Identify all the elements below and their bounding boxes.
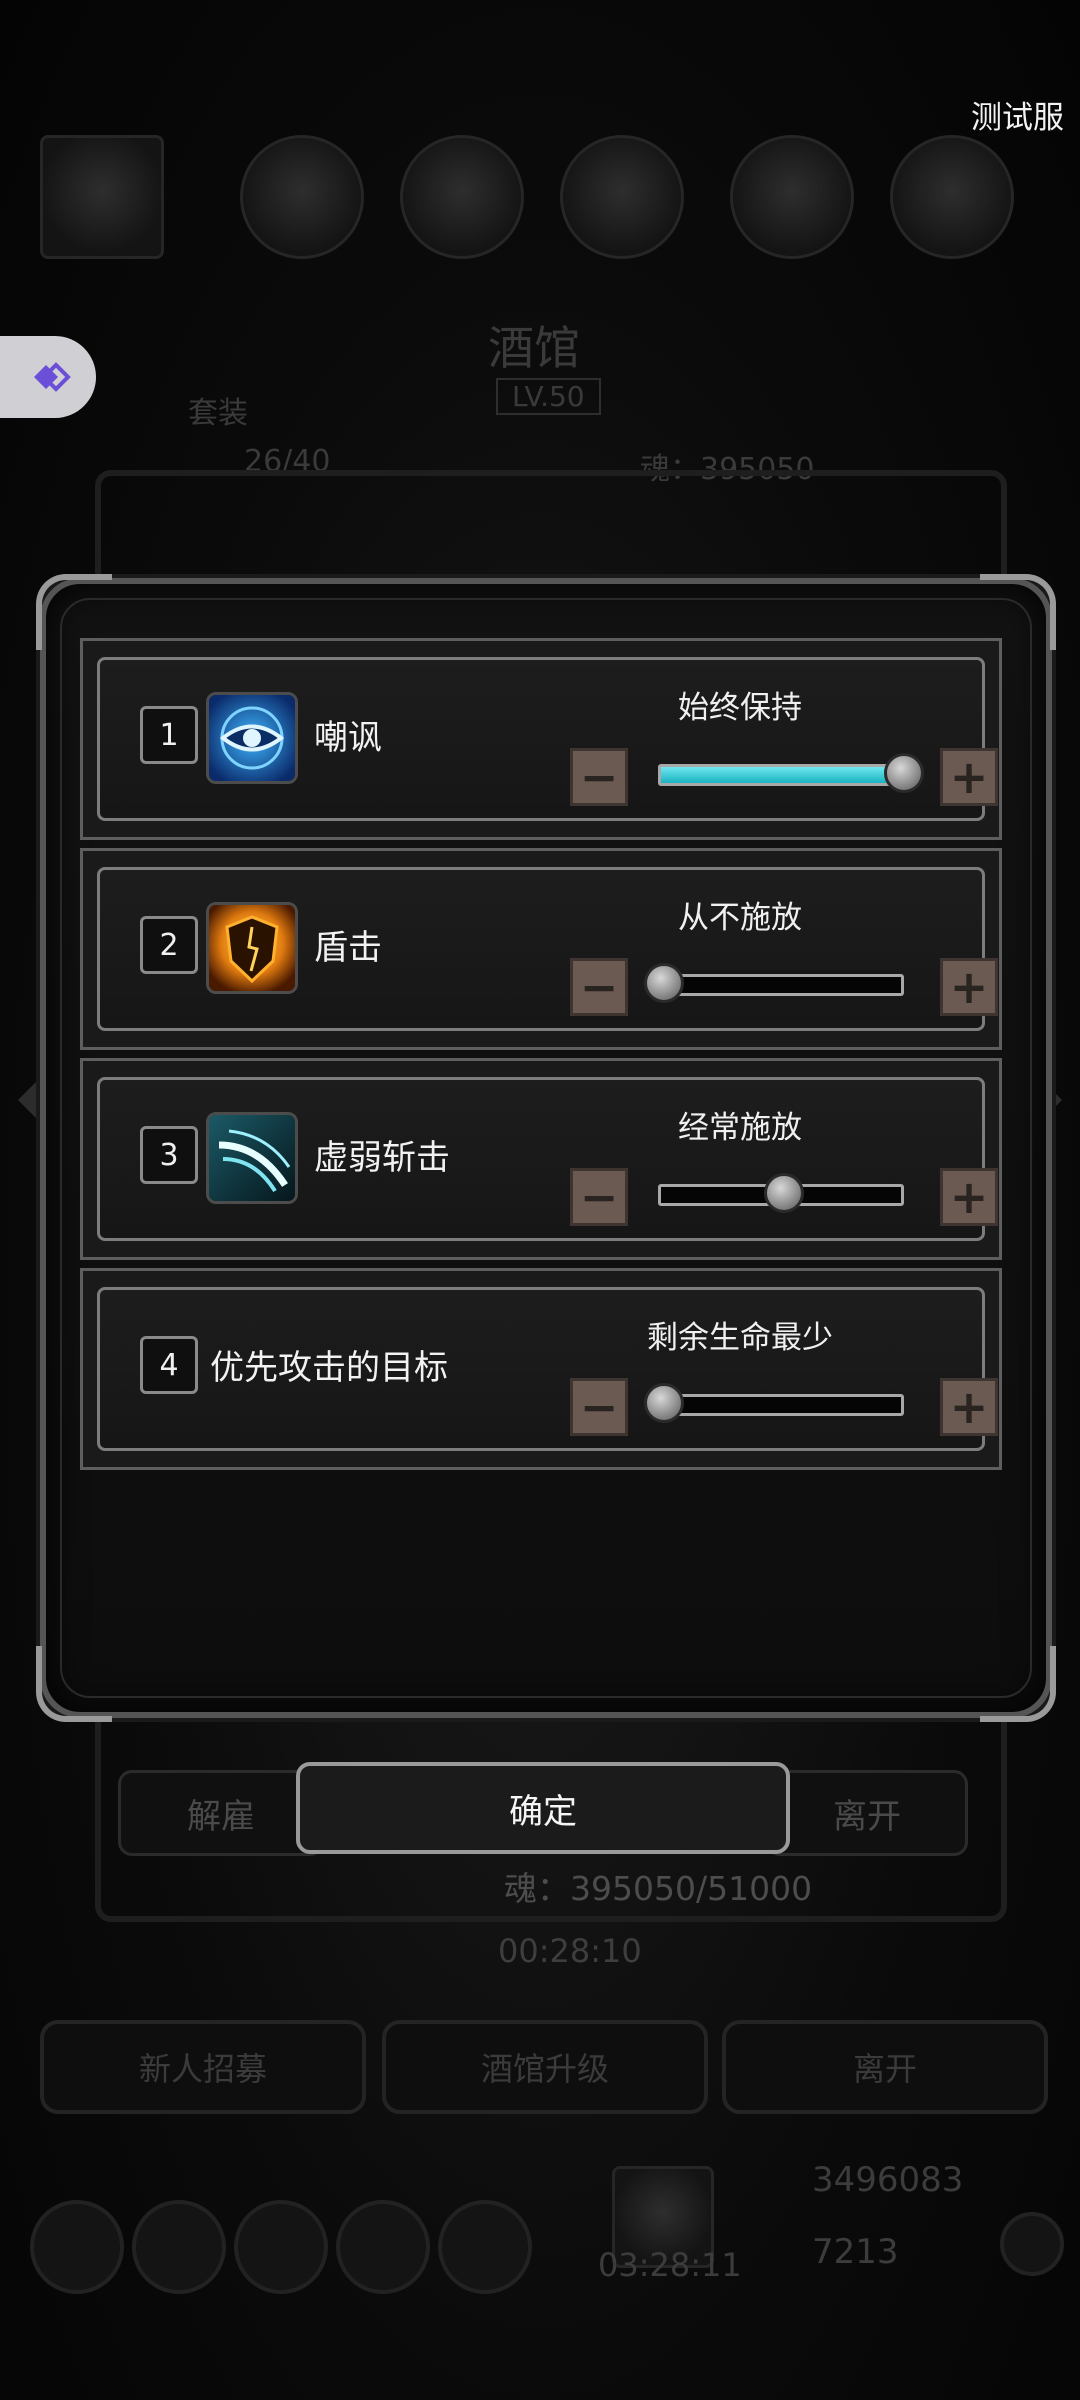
slider-knob[interactable] (764, 1173, 804, 1213)
frame-corner (980, 1646, 1056, 1722)
background-equipment-tab: 套装 (188, 396, 248, 431)
background-upgrade-button: 酒馆升级 (382, 2020, 708, 2114)
skill-row: 1 嘲讽 始终保持 − + (80, 638, 1002, 840)
skill-row-panel: 1 嘲讽 始终保持 − + (97, 657, 998, 821)
soul-cost: 魂：395050/51000 (504, 1869, 813, 1908)
slash-icon (206, 1112, 298, 1204)
background-add-icon (1000, 2212, 1064, 2276)
background-slot (240, 135, 364, 259)
background-menu-icon (234, 2200, 328, 2294)
decrease-button[interactable]: − (570, 1378, 628, 1436)
confirm-button[interactable]: 确定 (296, 1762, 790, 1854)
diamond-link-icon (34, 362, 71, 392)
shield-icon (206, 902, 298, 994)
target-option-label: 剩余生命最少 (647, 1320, 833, 1356)
background-menu-icon (30, 2200, 124, 2294)
background-menu-icon (132, 2200, 226, 2294)
slider-knob[interactable] (644, 1383, 684, 1423)
slider-knob[interactable] (884, 753, 924, 793)
leave-button[interactable]: 离开 (766, 1770, 968, 1856)
background-slot (400, 135, 524, 259)
target-priority-row: 4 优先攻击的目标 剩余生命最少 − + (80, 1268, 1002, 1470)
background-leave-button: 离开 (722, 2020, 1048, 2114)
increase-button[interactable]: + (940, 1378, 998, 1436)
skill-index-badge: 4 (140, 1336, 198, 1394)
decrease-button[interactable]: − (570, 1168, 628, 1226)
decrease-button[interactable]: − (570, 958, 628, 1016)
background-timer: 00:28:10 (498, 1932, 642, 1970)
skill-row: 3 虚弱斩击 经常施放 − + (80, 1058, 1002, 1260)
background-slot (40, 135, 164, 259)
background-slot (890, 135, 1014, 259)
background-hero-name: 酒馆 (488, 321, 580, 375)
slider-fill (661, 767, 901, 783)
background-slot (730, 135, 854, 259)
background-recruit-button: 新人招募 (40, 2020, 366, 2114)
frame-corner (36, 1646, 112, 1722)
background-menu-icon (336, 2200, 430, 2294)
skill-name: 嘲讽 (314, 718, 382, 758)
skill-row: 2 盾击 从不施放 − + (80, 848, 1002, 1050)
background-slot (560, 135, 684, 259)
background-left-arrow (18, 1078, 40, 1122)
skill-index-badge: 2 (140, 916, 198, 974)
skill-row-panel: 2 盾击 从不施放 − + (97, 867, 998, 1031)
background-equipment-slots (40, 135, 1040, 259)
skill-option-label: 经常施放 (678, 1110, 802, 1146)
decrease-button[interactable]: − (570, 748, 628, 806)
background-menu-icon (438, 2200, 532, 2294)
skill-index-badge: 3 (140, 1126, 198, 1184)
dismiss-button[interactable]: 解雇 (118, 1770, 324, 1856)
frequency-slider[interactable] (644, 963, 904, 1003)
background-gold: 3496083 (812, 2160, 964, 2200)
background-level: LV.50 (496, 378, 601, 415)
test-server-label: 测试服 (971, 100, 1064, 136)
floating-assistant-button[interactable] (0, 336, 96, 418)
skill-name: 虚弱斩击 (314, 1138, 450, 1178)
background-gems: 7213 (812, 2232, 899, 2272)
skill-name: 盾击 (314, 928, 382, 968)
eye-icon (206, 692, 298, 784)
target-slider[interactable] (644, 1383, 904, 1423)
increase-button[interactable]: + (940, 1168, 998, 1226)
skill-row-panel: 3 虚弱斩击 经常施放 − + (97, 1077, 998, 1241)
increase-button[interactable]: + (940, 958, 998, 1016)
increase-button[interactable]: + (940, 748, 998, 806)
frequency-slider[interactable] (658, 1173, 904, 1213)
target-priority-label: 优先攻击的目标 (210, 1348, 448, 1388)
skill-option-label: 从不施放 (678, 900, 802, 936)
skill-index-badge: 1 (140, 706, 198, 764)
slider-knob[interactable] (644, 963, 684, 1003)
frequency-slider[interactable] (658, 753, 924, 793)
skill-row-panel: 4 优先攻击的目标 剩余生命最少 − + (97, 1287, 998, 1451)
skill-option-label: 始终保持 (678, 690, 802, 726)
background-gift-timer: 03:28:11 (598, 2246, 742, 2284)
